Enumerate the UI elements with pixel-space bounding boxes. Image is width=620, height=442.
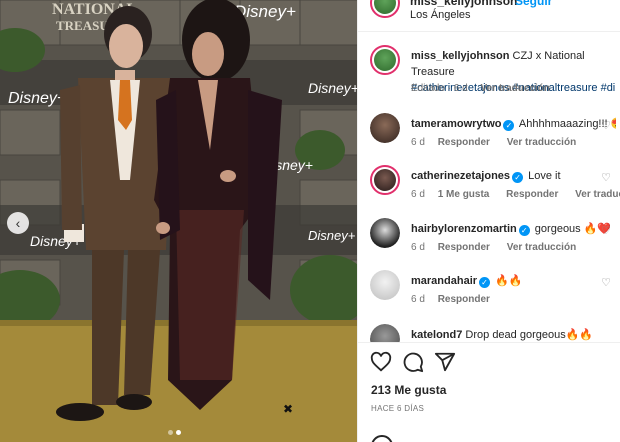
carousel-dot [168,430,173,435]
svg-text:✖: ✖ [283,402,293,416]
comment-avatar[interactable] [370,113,400,143]
caption-edited: Editado · 6 d [411,83,468,94]
backdrop-logo-3: Disney+ [308,80,357,96]
translate-link[interactable]: Ver traducción [507,242,576,253]
carousel-prev-button[interactable]: ‹ [7,212,29,234]
comment-like-heart-icon[interactable]: ♡ [601,224,611,237]
post-header: miss_kellyjohnson Seguir Los Ángeles [358,0,620,32]
carousel-indicator [168,430,181,435]
comment-text: gorgeous 🔥❤️ [531,223,612,235]
verified-icon: ✓ [518,225,530,236]
follow-button[interactable]: Seguir [515,0,552,8]
caption-avatar[interactable] [370,45,400,75]
backdrop-logo-2: Disney+ [8,90,66,107]
verified-icon: ✓ [512,172,524,183]
comment-meta: 6 d Responder [411,294,504,305]
chevron-left-icon: ‹ [15,215,21,231]
translate-link[interactable]: Ver traducción [507,137,576,148]
post-photo[interactable]: NATIONAL TREASURE Disney+ Disney+ Disney… [0,0,357,442]
comment-username[interactable]: tameramowrytwo [411,118,501,130]
comment-text-block: hairbylorenzomartin ✓ gorgeous 🔥❤️ [411,221,616,237]
reply-button[interactable]: Responder [438,242,490,253]
comment-like-heart-icon[interactable]: ♡ [601,276,611,289]
photo-image: NATIONAL TREASURE Disney+ Disney+ Disney… [0,0,357,442]
comment-text: Love it [525,170,561,182]
comment-text-block: catherinezetajones ✓ Love it [411,168,616,184]
share-icon[interactable] [434,351,456,373]
comment-text-block: marandahair ✓ 🔥🔥 [411,273,616,289]
comment-like-heart-icon[interactable]: ♡ [601,171,611,184]
comment-time: 6 d [411,189,425,200]
comment-avatar[interactable] [370,324,400,342]
comments-list[interactable]: miss_kellyjohnson CZJ x National Treasur… [358,40,620,342]
comment-text: Drop dead gorgeous🔥🔥 [462,329,594,341]
comment-meta: 6 d Responder Ver traducción [411,137,590,148]
caption-translate-link[interactable]: Ver traducción [481,83,550,94]
translate-link[interactable]: Ver traducción [575,189,620,200]
post-location[interactable]: Los Ángeles [410,9,471,21]
heart-icon[interactable] [370,351,392,373]
comment-time: 6 d [411,294,425,305]
reply-button[interactable]: Responder [438,294,490,305]
comment-like-heart-icon[interactable]: ♡ [601,119,611,132]
comment-avatar[interactable] [370,270,400,300]
comment-time: 6 d [411,242,425,253]
post-details-panel: miss_kellyjohnson Seguir Los Ángeles mis… [357,0,620,442]
comment-meta: 6 d Responder Ver traducción [411,242,590,253]
verified-icon: ✓ [479,277,491,288]
comment-username[interactable]: marandahair [411,275,477,287]
comment-text-block: katelond7 Drop dead gorgeous🔥🔥 [411,327,616,342]
comment-meta: 6 d 1 Me gusta Responder Ver traducción [411,189,620,200]
comment-time: 6 d [411,137,425,148]
post-actions: 213 Me gusta HACE 6 DÍAS [358,342,620,442]
comment-avatar[interactable] [370,218,400,248]
likes-count[interactable]: 213 Me gusta [371,383,446,397]
comment-username[interactable]: katelond7 [411,329,462,341]
author-avatar[interactable] [370,0,400,18]
comment-avatar[interactable] [370,165,400,195]
caption-meta: Editado · 6 d Ver traducción [411,83,564,94]
comment-username[interactable]: hairbylorenzomartin [411,223,517,235]
comment-username[interactable]: catherinezetajones [411,170,510,182]
comment-text: 🔥🔥 [492,275,523,287]
comment-likes-count[interactable]: 1 Me gusta [438,189,490,200]
reply-button[interactable]: Responder [506,189,558,200]
emoji-icon[interactable] [371,435,393,442]
post-timestamp: HACE 6 DÍAS [371,404,425,413]
comment-text-block: tameramowrytwo ✓ Ahhhhmaaazing!!! 😍 [411,116,616,132]
caption-username[interactable]: miss_kellyjohnson [411,50,509,62]
comment-icon[interactable] [402,351,424,373]
reply-button[interactable]: Responder [438,137,490,148]
backdrop-logo-5: Disney+ [308,228,356,243]
author-username[interactable]: miss_kellyjohnson [410,0,517,8]
verified-icon: ✓ [503,120,515,131]
carousel-dot-active [176,430,181,435]
